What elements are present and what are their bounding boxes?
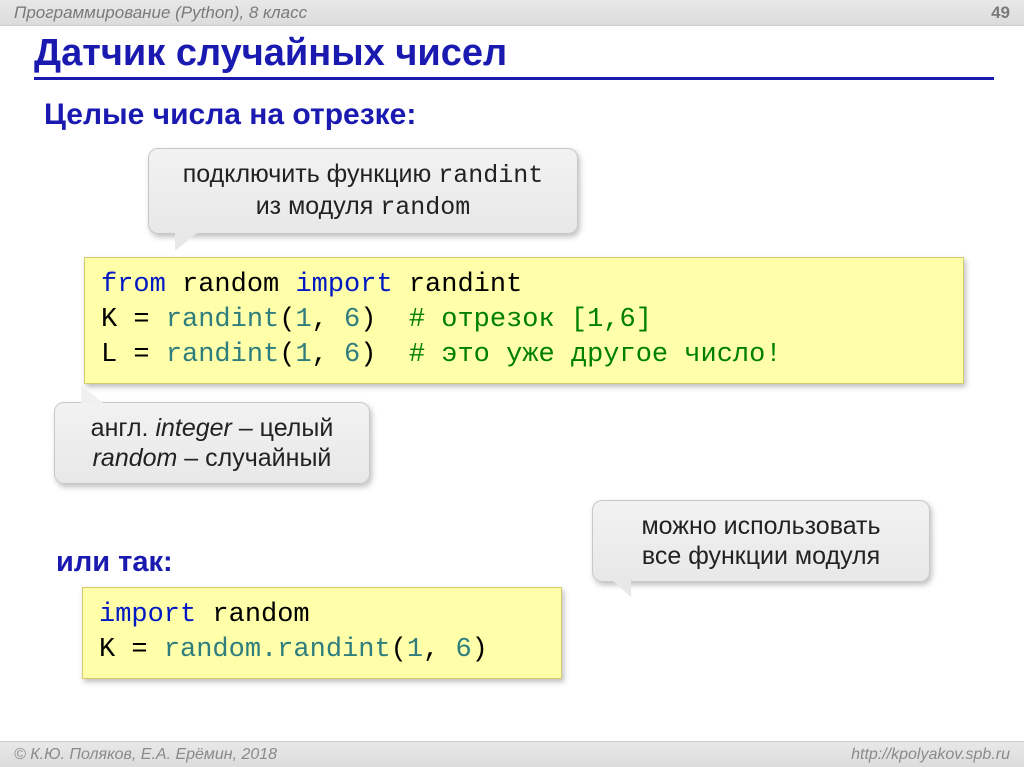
code-block-1: from random import randint K = randint(1… xyxy=(84,257,964,384)
callout-connect-randint: подключить функцию randint из модуля ran… xyxy=(148,148,578,234)
slide-header: Программирование (Python), 8 класс 49 xyxy=(0,0,1024,26)
callout-translation: англ. integer – целый random – случайный xyxy=(54,402,370,484)
copyright: © К.Ю. Поляков, Е.А. Ерёмин, 2018 xyxy=(14,746,277,764)
course-title: Программирование (Python), 8 класс xyxy=(14,3,307,23)
code-block-2: import random K = random.randint(1, 6) xyxy=(82,587,562,679)
page-number: 49 xyxy=(991,3,1010,23)
subtitle: Целые числа на отрезке: xyxy=(44,98,994,132)
callout-all-functions: можно использовать все функции модуля xyxy=(592,500,930,582)
or-so-label: или так: xyxy=(56,546,173,579)
source-url: http://kpolyakov.spb.ru xyxy=(851,746,1010,764)
slide-footer: © К.Ю. Поляков, Е.А. Ерёмин, 2018 http:/… xyxy=(0,741,1024,767)
slide-title: Датчик случайных чисел xyxy=(34,32,994,80)
